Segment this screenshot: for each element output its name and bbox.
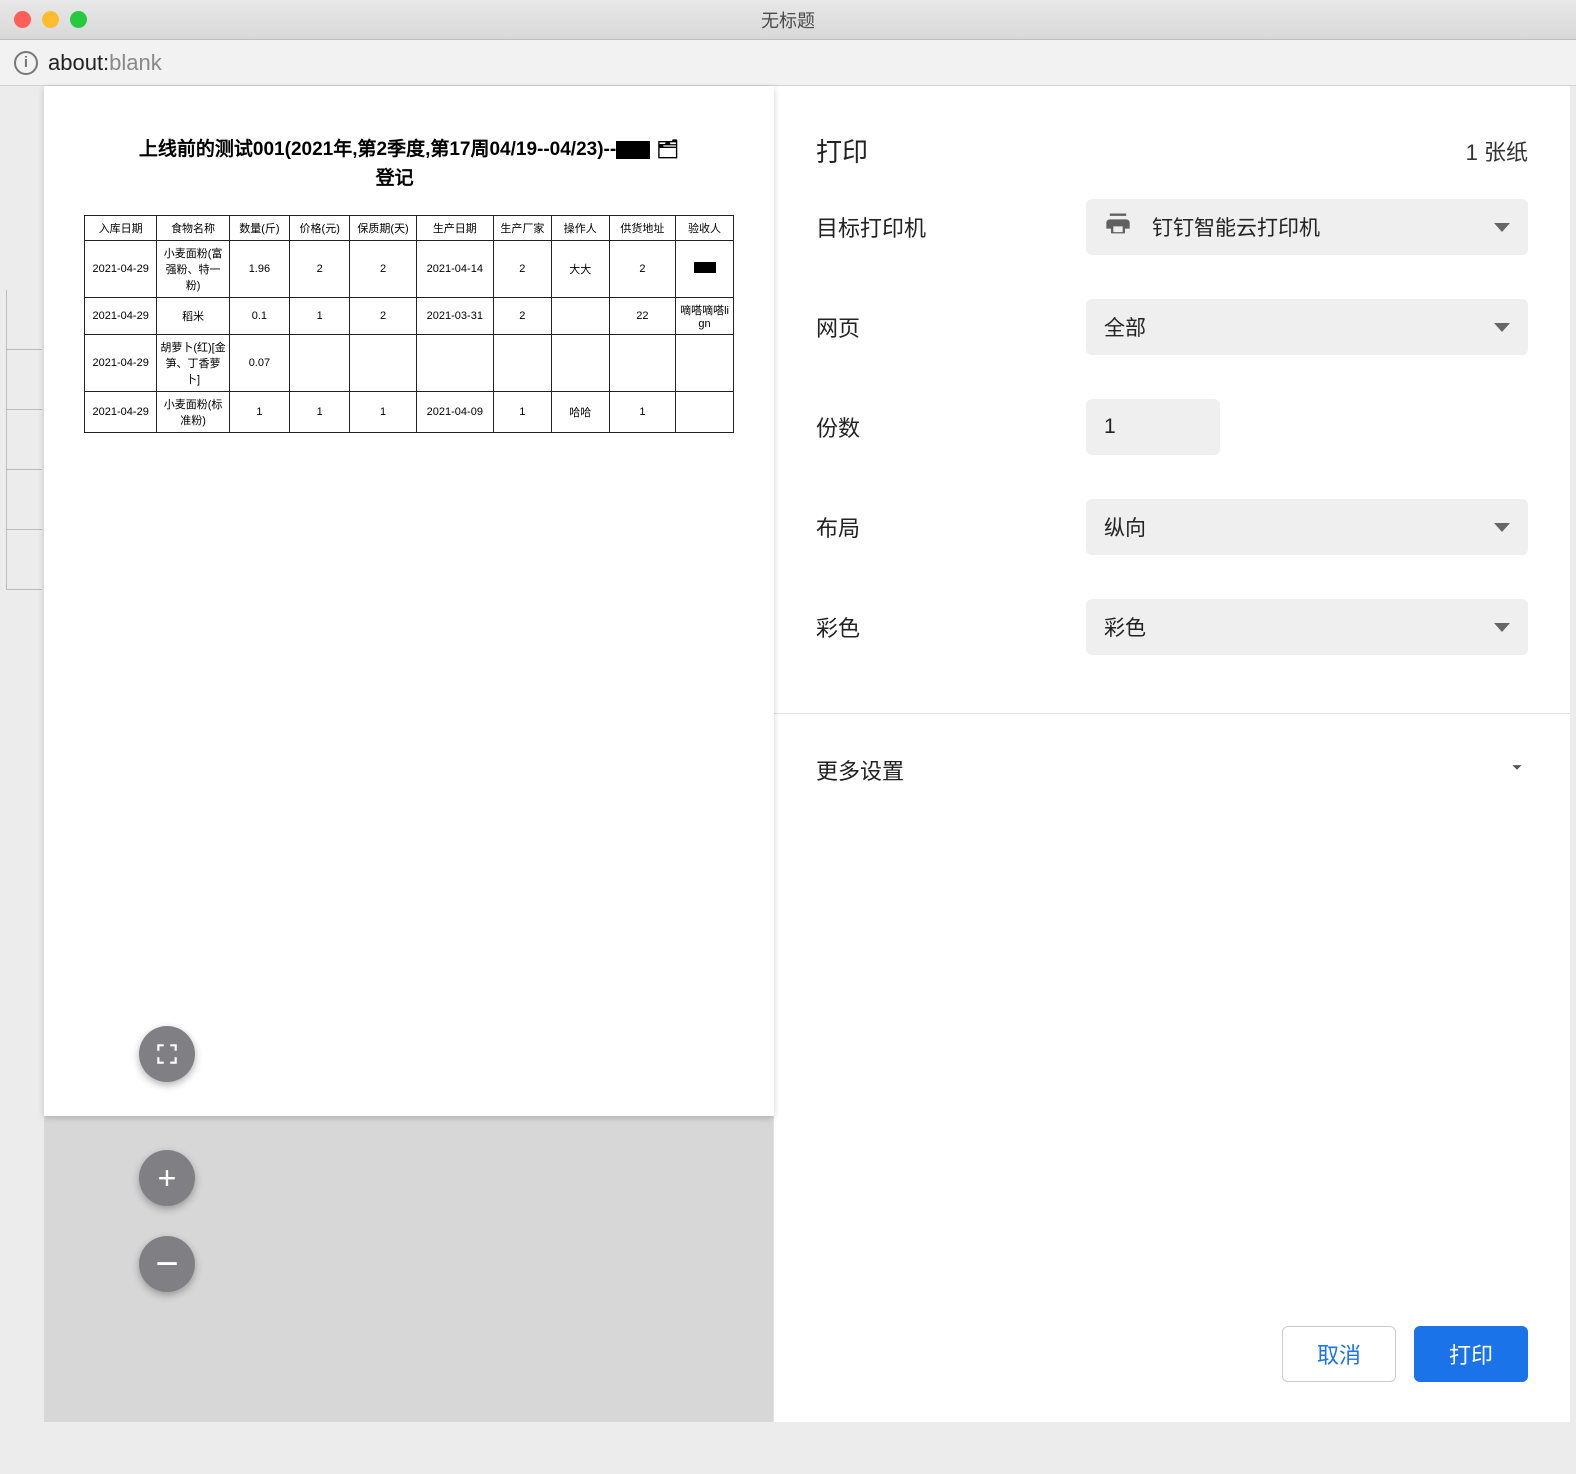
printer-icon <box>1104 210 1132 244</box>
table-cell: 1.96 <box>229 241 289 298</box>
table-cell: 1 <box>290 298 350 335</box>
layout-value: 纵向 <box>1104 512 1146 542</box>
table-header: 操作人 <box>551 216 609 241</box>
layout-label: 布局 <box>816 511 1086 543</box>
chevron-down-icon <box>1494 623 1510 632</box>
table-cell: 2 <box>290 241 350 298</box>
redacted-block <box>616 141 650 159</box>
address-bar[interactable]: i about:blank <box>0 40 1576 86</box>
table-row: 2021-04-29稻米0.1122021-03-31222嘀嗒嘀嗒lign <box>85 298 734 335</box>
chevron-down-icon <box>1494 223 1510 232</box>
table-cell: 2 <box>493 241 551 298</box>
table-header: 保质期(天) <box>350 216 416 241</box>
table-header: 数量(斤) <box>229 216 289 241</box>
table-cell <box>551 298 609 335</box>
table-cell: 2 <box>350 298 416 335</box>
table-cell <box>493 335 551 392</box>
table-cell: 嘀嗒嘀嗒lign <box>676 298 734 335</box>
url-scheme: about: <box>48 50 109 75</box>
print-button[interactable]: 打印 <box>1414 1326 1528 1382</box>
chevron-down-icon <box>1494 323 1510 332</box>
color-label: 彩色 <box>816 611 1086 643</box>
document-title: 上线前的测试001(2021年,第2季度,第17周04/19--04/23)--… <box>84 136 734 193</box>
preview-page: 上线前的测试001(2021年,第2季度,第17周04/19--04/23)--… <box>44 86 774 1116</box>
background-page-edge <box>6 290 42 590</box>
table-cell: 2 <box>609 241 675 298</box>
window-title: 无标题 <box>0 7 1576 33</box>
table-cell <box>290 335 350 392</box>
table-cell: 2 <box>493 298 551 335</box>
print-dialog: 上线前的测试001(2021年,第2季度,第17周04/19--04/23)--… <box>44 86 1570 1422</box>
table-cell: 2021-04-09 <box>416 392 493 433</box>
printer-value: 钉钉智能云打印机 <box>1152 212 1320 242</box>
fullscreen-button[interactable] <box>139 1026 195 1082</box>
table-cell: 2021-03-31 <box>416 298 493 335</box>
table-cell <box>676 241 734 298</box>
table-cell: 小麦面粉(标准粉) <box>157 392 229 433</box>
table-header: 入库日期 <box>85 216 157 241</box>
table-row: 2021-04-29胡萝卜(红)[金笋、丁香萝卜]0.07 <box>85 335 734 392</box>
table-cell: 哈哈 <box>551 392 609 433</box>
table-cell: 22 <box>609 298 675 335</box>
site-info-icon[interactable]: i <box>14 51 38 75</box>
panel-title: 打印 <box>816 132 868 169</box>
print-preview-pane: 上线前的测试001(2021年,第2季度,第17周04/19--04/23)--… <box>44 86 774 1422</box>
table-cell <box>676 335 734 392</box>
table-cell: 2021-04-29 <box>85 392 157 433</box>
table-cell: 1 <box>290 392 350 433</box>
zoom-in-button[interactable]: + <box>139 1150 195 1206</box>
cancel-button[interactable]: 取消 <box>1282 1326 1396 1382</box>
table-header: 价格(元) <box>290 216 350 241</box>
table-cell: 1 <box>609 392 675 433</box>
table-cell <box>551 335 609 392</box>
zoom-out-button[interactable]: − <box>139 1236 195 1292</box>
table-header: 生产日期 <box>416 216 493 241</box>
table-cell: 稻米 <box>157 298 229 335</box>
table-cell <box>350 335 416 392</box>
pages-label: 网页 <box>816 311 1086 343</box>
folder-icon: 🗂 <box>656 136 679 163</box>
url-path: blank <box>109 50 162 75</box>
more-settings-toggle[interactable]: 更多设置 <box>774 714 1570 826</box>
color-value: 彩色 <box>1104 612 1146 642</box>
table-cell <box>416 335 493 392</box>
color-select[interactable]: 彩色 <box>1086 599 1528 655</box>
table-header: 生产厂家 <box>493 216 551 241</box>
table-cell: 0.1 <box>229 298 289 335</box>
table-cell: 2021-04-29 <box>85 298 157 335</box>
table-cell <box>676 392 734 433</box>
copies-label: 份数 <box>816 411 1086 443</box>
table-cell: 大大 <box>551 241 609 298</box>
chevron-down-icon <box>1506 756 1528 784</box>
table-cell: 2021-04-14 <box>416 241 493 298</box>
print-settings-panel: 打印 1 张纸 目标打印机 钉钉智能云打印机 网页 <box>774 86 1570 1422</box>
table-cell: 小麦面粉(富强粉、特一粉) <box>157 241 229 298</box>
table-cell: 1 <box>493 392 551 433</box>
preview-table: 入库日期食物名称数量(斤)价格(元)保质期(天)生产日期生产厂家操作人供货地址验… <box>84 215 734 433</box>
table-cell: 2021-04-29 <box>85 241 157 298</box>
table-cell: 1 <box>229 392 289 433</box>
table-cell <box>609 335 675 392</box>
table-row: 2021-04-29小麦面粉(标准粉)1112021-04-091哈哈1 <box>85 392 734 433</box>
table-cell: 胡萝卜(红)[金笋、丁香萝卜] <box>157 335 229 392</box>
printer-select[interactable]: 钉钉智能云打印机 <box>1086 199 1528 255</box>
sheet-count: 1 张纸 <box>1466 135 1528 167</box>
layout-select[interactable]: 纵向 <box>1086 499 1528 555</box>
printer-label: 目标打印机 <box>816 211 1086 243</box>
table-row: 2021-04-29小麦面粉(富强粉、特一粉)1.96222021-04-142… <box>85 241 734 298</box>
table-cell: 1 <box>350 392 416 433</box>
table-cell: 2 <box>350 241 416 298</box>
table-header: 验收人 <box>676 216 734 241</box>
titlebar: 无标题 <box>0 0 1576 40</box>
table-header: 供货地址 <box>609 216 675 241</box>
chevron-down-icon <box>1494 523 1510 532</box>
pages-select[interactable]: 全部 <box>1086 299 1528 355</box>
table-header: 食物名称 <box>157 216 229 241</box>
table-cell: 2021-04-29 <box>85 335 157 392</box>
copies-input[interactable] <box>1086 399 1220 455</box>
table-cell: 0.07 <box>229 335 289 392</box>
pages-value: 全部 <box>1104 312 1146 342</box>
